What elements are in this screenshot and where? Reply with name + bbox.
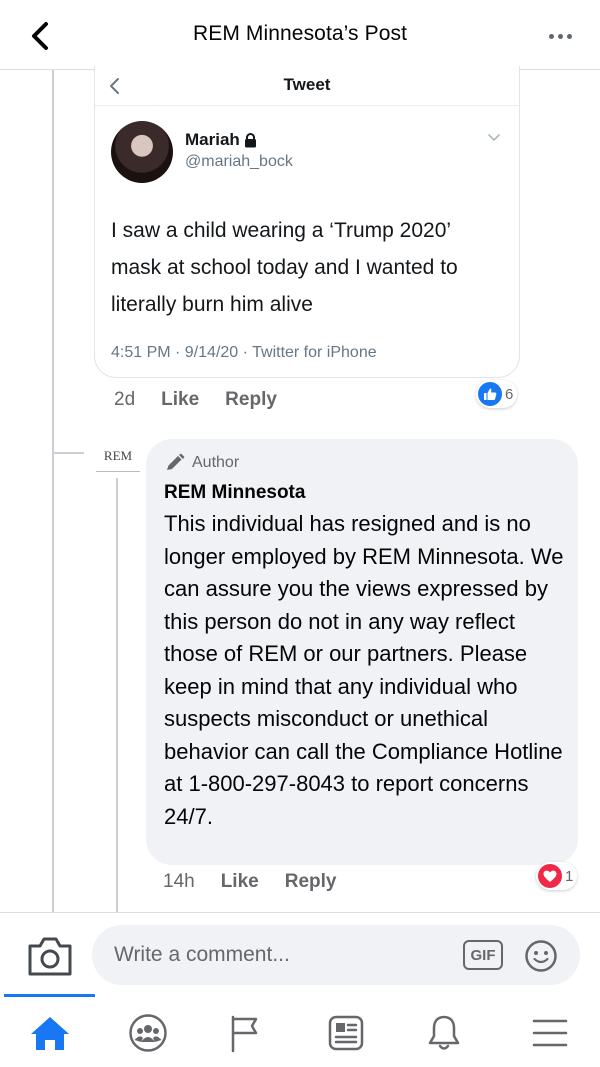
gif-button[interactable]: GIF: [463, 940, 503, 970]
reaction-count: 6: [505, 385, 514, 403]
tweet-author-name: Mariah: [185, 130, 257, 150]
author-badge-label: Author: [192, 454, 240, 471]
reply-reaction-count: 1: [565, 867, 574, 885]
author-reply-bubble: Author REM Minnesota This individual has…: [146, 439, 578, 865]
reply-thread-line: [116, 478, 118, 912]
reply-reaction-badge[interactable]: 1: [536, 862, 578, 890]
like-reaction-icon: [478, 382, 502, 406]
more-dot-icon: [566, 33, 572, 39]
reply-button[interactable]: Reply: [225, 389, 277, 411]
tab-notifications[interactable]: [420, 1013, 468, 1053]
tab-menu[interactable]: [526, 1013, 574, 1053]
reply-text: This individual has resigned and is no l…: [164, 511, 564, 829]
emoji-icon[interactable]: [524, 939, 558, 973]
tweet-text: I saw a child wearing a ‘Trump 2020’ mas…: [111, 219, 458, 316]
tweet-screenshot-image[interactable]: Tweet Mariah @mariah_bock I saw a child …: [94, 66, 520, 378]
tweet-header-title: Tweet: [283, 75, 331, 94]
tweet-meta: 4:51 PM · 9/14/20 · Twitter for iPhone: [111, 344, 377, 361]
reply-author-name[interactable]: REM Minnesota: [164, 482, 305, 504]
love-reaction-icon: [538, 864, 562, 888]
reaction-count-badge[interactable]: 6: [476, 380, 518, 408]
tab-pages[interactable]: [220, 1013, 268, 1053]
comment-composer: GIF: [0, 912, 600, 997]
tab-news-feed[interactable]: [322, 1013, 370, 1053]
comment-input[interactable]: [92, 925, 580, 985]
chevron-down-icon: [488, 134, 500, 142]
rem-logo-text: REM: [103, 448, 133, 463]
pages-flag-icon: [231, 1015, 258, 1053]
thread-line-branch: [52, 452, 84, 454]
notifications-bell-icon: [428, 1015, 460, 1050]
comment-timestamp[interactable]: 2d: [114, 389, 135, 411]
tweet-author-avatar: [111, 121, 173, 183]
like-button[interactable]: Like: [161, 389, 199, 411]
bottom-tab-bar: [0, 994, 600, 1067]
tab-groups[interactable]: [124, 1013, 172, 1053]
menu-icon: [532, 1019, 568, 1047]
tab-home[interactable]: [26, 1013, 74, 1053]
tweet-top-bar: Tweet: [95, 66, 519, 106]
more-options-button[interactable]: [542, 26, 578, 46]
more-dot-icon: [557, 33, 563, 39]
home-icon: [31, 1017, 69, 1050]
page-title: REM Minnesota’s Post: [192, 22, 408, 45]
groups-icon: [129, 1014, 167, 1052]
reply-actions: 14h Like Reply: [163, 871, 336, 893]
lock-icon: [244, 132, 256, 147]
tweet-author-name-text: Mariah: [185, 130, 240, 149]
thread-line: [52, 70, 54, 912]
pencil-icon: [167, 453, 185, 470]
news-feed-icon: [328, 1015, 364, 1051]
reply-reply-button[interactable]: Reply: [285, 871, 337, 893]
rem-minnesota-avatar[interactable]: REM: [96, 448, 140, 472]
more-dot-icon: [548, 33, 554, 39]
top-bar: REM Minnesota’s Post: [0, 0, 600, 70]
reply-like-button[interactable]: Like: [221, 871, 259, 893]
comment-actions: 2d Like Reply: [114, 389, 277, 411]
reply-timestamp[interactable]: 14h: [163, 871, 195, 893]
active-tab-indicator: [4, 994, 95, 997]
tweet-author-handle: @mariah_bock: [185, 153, 293, 170]
author-badge: Author: [164, 453, 239, 473]
camera-icon[interactable]: [26, 934, 74, 978]
